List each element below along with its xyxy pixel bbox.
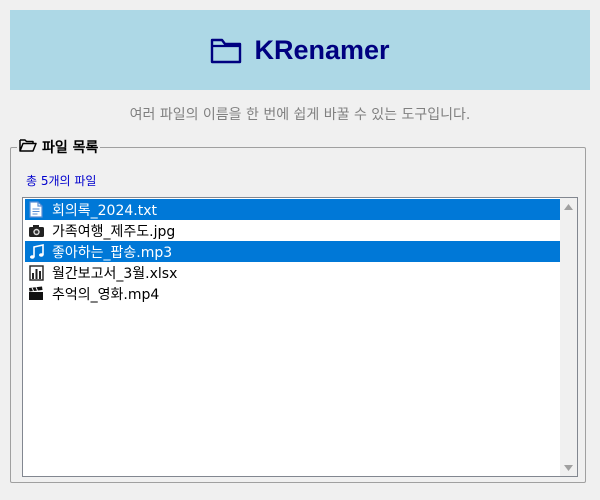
file-list-legend: 파일 목록	[17, 137, 100, 157]
file-listbox[interactable]: 회의록_2024.txt 가족여행_제주도.jpg 좋아하는_팝송.mp3 월간…	[22, 197, 578, 477]
bar-chart-icon	[27, 264, 45, 282]
app-title: KRenamer	[254, 34, 390, 65]
clapperboard-icon	[27, 285, 45, 303]
app-subtitle: 여러 파일의 이름을 한 번에 쉽게 바꿀 수 있는 도구입니다.	[129, 107, 471, 123]
app-header: KRenamer	[10, 10, 590, 90]
file-list-label: 파일 목록	[42, 140, 99, 156]
music-note-icon	[27, 243, 45, 261]
file-rows: 회의록_2024.txt 가족여행_제주도.jpg 좋아하는_팝송.mp3 월간…	[25, 199, 560, 304]
file-name: 좋아하는_팝송.mp3	[52, 244, 173, 261]
file-item[interactable]: 월간보고서_3월.xlsx	[25, 262, 560, 283]
file-name: 회의록_2024.txt	[52, 202, 157, 219]
file-name: 가족여행_제주도.jpg	[52, 223, 176, 240]
file-item[interactable]: 회의록_2024.txt	[25, 199, 560, 220]
file-item[interactable]: 가족여행_제주도.jpg	[25, 220, 560, 241]
folder-icon	[210, 36, 242, 64]
file-name: 월간보고서_3월.xlsx	[52, 265, 178, 282]
open-folder-icon	[19, 138, 42, 156]
file-name: 추억의_영화.mp4	[52, 286, 160, 303]
file-count: 총 5개의 파일	[26, 174, 97, 188]
vertical-scrollbar[interactable]	[560, 198, 577, 476]
scroll-up-arrow-icon[interactable]	[560, 198, 577, 215]
file-item[interactable]: 좋아하는_팝송.mp3	[25, 241, 560, 262]
camera-icon	[27, 222, 45, 240]
file-item[interactable]: 추억의_영화.mp4	[25, 283, 560, 304]
document-icon	[27, 201, 45, 219]
scroll-down-arrow-icon[interactable]	[560, 459, 577, 476]
